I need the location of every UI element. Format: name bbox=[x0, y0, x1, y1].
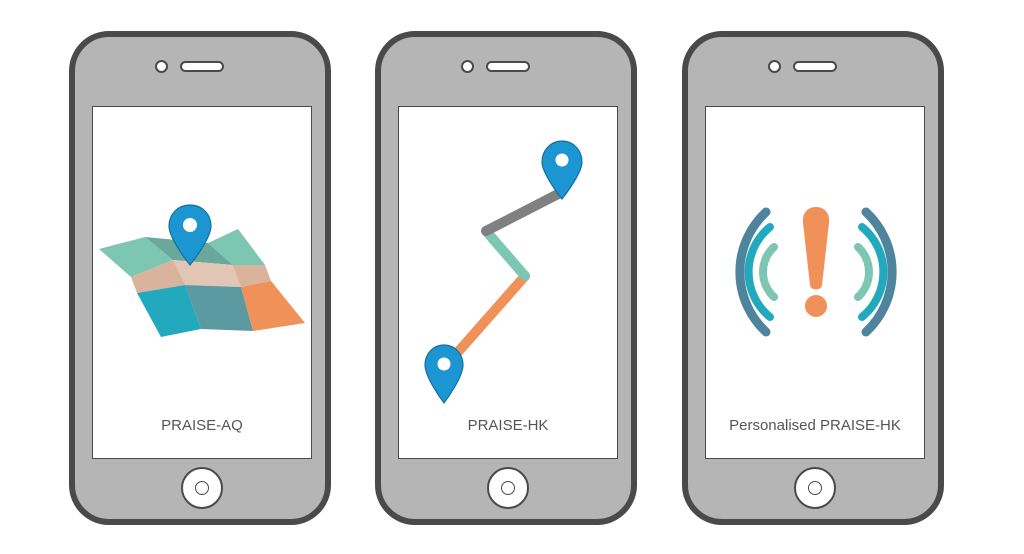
speaker-slot bbox=[793, 61, 837, 72]
exclamation-icon bbox=[802, 207, 830, 317]
home-button[interactable] bbox=[181, 467, 223, 509]
signal-waves-left-icon bbox=[735, 207, 778, 337]
speaker-slot bbox=[486, 61, 530, 72]
signal-waves-right-icon bbox=[854, 207, 897, 337]
home-button-ring bbox=[501, 481, 515, 495]
phone-screen[interactable]: Personalised PRAISE-HK bbox=[705, 106, 925, 459]
route-segment-teal bbox=[481, 226, 530, 281]
alert-icon bbox=[735, 207, 897, 337]
app-label: PRAISE-AQ bbox=[161, 417, 243, 434]
phone-praise-aq: PRAISE-AQ bbox=[69, 31, 331, 525]
app-label: PRAISE-HK bbox=[467, 417, 549, 434]
map-icon bbox=[99, 204, 305, 337]
front-camera bbox=[155, 60, 168, 73]
home-button-ring bbox=[195, 481, 209, 495]
phone-praise-hk: PRAISE-HK bbox=[375, 31, 637, 525]
phone-screen[interactable]: PRAISE-AQ bbox=[92, 106, 312, 459]
end-pin-icon bbox=[541, 140, 583, 200]
front-camera bbox=[461, 60, 474, 73]
home-button[interactable] bbox=[794, 467, 836, 509]
app-label: Personalised PRAISE-HK bbox=[729, 417, 901, 434]
phone-personalised-praise-hk: Personalised PRAISE-HK bbox=[682, 31, 944, 525]
route-icon bbox=[424, 140, 583, 404]
home-button[interactable] bbox=[487, 467, 529, 509]
speaker-slot bbox=[180, 61, 224, 72]
phone-screen[interactable]: PRAISE-HK bbox=[398, 106, 618, 459]
front-camera bbox=[768, 60, 781, 73]
start-pin-icon bbox=[424, 344, 464, 404]
route-segment-grey bbox=[481, 187, 567, 236]
home-button-ring bbox=[808, 481, 822, 495]
